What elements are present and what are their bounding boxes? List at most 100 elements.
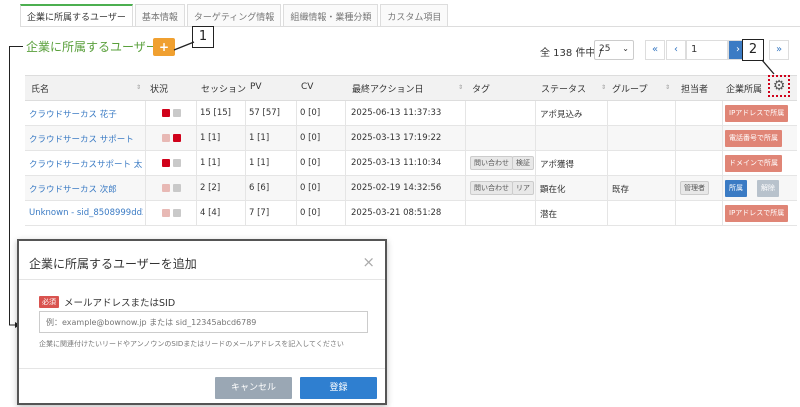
sort-icon[interactable]: ⇕ [458, 84, 463, 91]
doc-status-icon [173, 184, 181, 192]
last-action-date: 2025-02-19 14:32:56 [351, 183, 442, 193]
col-pv[interactable]: PV [250, 82, 262, 92]
doc-status-icon [173, 134, 181, 142]
sort-icon[interactable]: ⇕ [601, 84, 606, 91]
connector-line [9, 46, 10, 325]
pv-value: 1 [1] [249, 133, 270, 143]
sort-icon[interactable]: ⇕ [665, 84, 670, 91]
sort-icon[interactable]: ⇕ [136, 84, 141, 91]
email-sid-input[interactable] [39, 311, 368, 333]
pv-value: 6 [6] [249, 183, 270, 193]
cell-divider [465, 101, 466, 125]
cell-divider [296, 201, 297, 225]
unaffiliate-button[interactable]: 解除 [757, 180, 779, 197]
col-sessions[interactable]: セッション [201, 82, 246, 95]
col-group[interactable]: グループ [612, 82, 647, 95]
cell-divider [675, 101, 676, 125]
status-value: 顕在化 [540, 185, 566, 195]
connector-line [9, 46, 23, 47]
affiliation-badge: IPアドレスで所属 [725, 105, 789, 122]
cell-divider [145, 201, 146, 225]
affiliation-badge: ドメインで所属 [725, 155, 782, 172]
last-action-date: 2025-06-13 11:37:33 [351, 108, 442, 118]
tag-chip: 検証 [512, 156, 534, 170]
mail-status-icon [162, 159, 170, 167]
cell-divider [196, 176, 197, 200]
sessions-value: 1 [1] [200, 158, 221, 168]
sessions-value: 1 [1] [200, 133, 221, 143]
mail-status-icon [162, 209, 170, 217]
pv-value: 7 [7] [249, 208, 270, 218]
tab-divider [20, 26, 800, 27]
doc-status-icon [173, 159, 181, 167]
cell-divider [535, 176, 536, 200]
pager-prev[interactable]: ‹ [666, 40, 686, 60]
doc-status-icon [173, 209, 181, 217]
close-icon[interactable]: × [362, 253, 375, 271]
cell-divider [245, 151, 246, 175]
status-value: アポ見込み [540, 110, 583, 120]
gear-icon[interactable]: ⚙ [768, 75, 790, 97]
affiliation-badge: IPアドレスで所属 [725, 205, 789, 222]
cell-divider [345, 101, 346, 125]
col-owner[interactable]: 担当者 [681, 82, 708, 95]
cell-divider [245, 176, 246, 200]
cell-divider [196, 126, 197, 150]
col-cv[interactable]: CV [301, 82, 313, 92]
cv-value: 0 [0] [300, 108, 321, 118]
sessions-value: 15 [15] [200, 108, 231, 118]
cell-divider [345, 176, 346, 200]
mail-status-icon [162, 184, 170, 192]
modal-divider [19, 368, 385, 369]
status-value: 潜在 [540, 210, 558, 220]
cell-divider [675, 201, 676, 225]
tab-targeting-info[interactable]: ターゲティング情報 [186, 4, 282, 27]
modal-title: 企業に所属するユーザーを追加 [29, 257, 197, 271]
user-name-link[interactable]: クラウドサーカス 花子 [29, 108, 143, 120]
table-row: クラウドサーカス 次郎 2 [2] 6 [6] 0 [0] 2025-02-19 14:… [25, 176, 797, 201]
user-name-link[interactable]: クラウドサーカスサポート 太郎 [29, 158, 143, 170]
tag-chip: 問い合わせ [470, 156, 513, 170]
cell-divider [465, 201, 466, 225]
pager-last[interactable]: » [769, 40, 789, 60]
table-row: Unknown - sid_8508999dd23663 4 [4] 7 [7] 0 … [25, 201, 797, 226]
pager-current[interactable]: 1 [686, 40, 728, 60]
cell-divider [607, 151, 608, 175]
doc-status-icon [173, 109, 181, 117]
user-name-link[interactable]: Unknown - sid_8508999dd23663 [29, 208, 143, 218]
table-row: クラウドサーカス サポート 1 [1] 1 [1] 0 [0] 2025-03-13 1… [25, 126, 797, 151]
help-text: 企業に関連付けたいリードやアンノウンのSIDまたはリードのメールアドレスを記入し… [39, 340, 344, 348]
cell-divider [535, 101, 536, 125]
tab-custom-fields[interactable]: カスタム項目 [380, 4, 449, 27]
cell-divider [245, 101, 246, 125]
user-name-link[interactable]: クラウドサーカス サポート [29, 133, 143, 145]
affiliation-badge: 電話番号で所属 [725, 130, 782, 147]
pv-value: 1 [1] [249, 158, 270, 168]
cell-divider [296, 151, 297, 175]
col-last-action[interactable]: 最終アクション日 [352, 82, 424, 95]
affiliate-button[interactable]: 所属 [725, 180, 747, 197]
cell-divider [196, 151, 197, 175]
user-name-link[interactable]: クラウドサーカス 次郎 [29, 183, 143, 195]
cell-divider [145, 126, 146, 150]
cell-divider [296, 126, 297, 150]
table-row: クラウドサーカスサポート 太郎 1 [1] 1 [1] 0 [0] 2025-03-13… [25, 151, 797, 176]
tab-basic-info[interactable]: 基本情報 [134, 4, 185, 27]
col-status[interactable]: ステータス [541, 82, 586, 95]
cell-divider [675, 151, 676, 175]
register-button[interactable]: 登録 [300, 377, 377, 399]
result-count: 全 138 件中 / [540, 48, 602, 59]
tab-org-info[interactable]: 組織情報・業種分類 [283, 4, 379, 27]
tab-company-users[interactable]: 企業に所属するユーザー [20, 4, 133, 27]
cell-divider [145, 101, 146, 125]
per-page-select[interactable]: 25 ⌄ [594, 40, 634, 60]
sessions-value: 4 [4] [200, 208, 221, 218]
cancel-button[interactable]: キャンセル [215, 377, 292, 399]
table-header: 氏名 ⇕ 状況 セッション PV CV 最終アクション日 ⇕ タグ ステータス … [25, 75, 797, 101]
col-name[interactable]: 氏名 [31, 82, 49, 95]
pager-first[interactable]: « [645, 40, 665, 60]
tag-chip: 問い合わせ [470, 181, 513, 195]
mail-status-icon [162, 109, 170, 117]
cell-divider [145, 151, 146, 175]
email-sid-label: メールアドレスまたはSID [64, 298, 176, 309]
